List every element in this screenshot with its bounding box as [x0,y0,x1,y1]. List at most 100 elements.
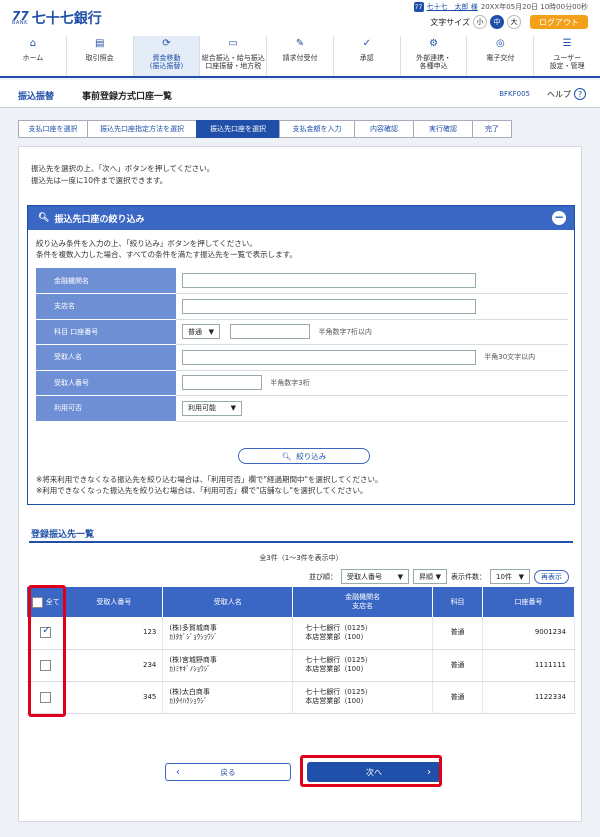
logout-button[interactable]: ログアウト [530,15,588,29]
checkbox-highlight-frame [28,585,66,717]
nav-item-external[interactable]: ⚙ 外部連携・ 各種申込 [401,36,468,76]
dropdown-icon: ▼ [230,404,236,413]
bank-branch-cell: 七十七銀行（0125） 本店営業部（100） [292,617,434,650]
nav-item-home[interactable]: ⌂ ホーム [0,36,67,76]
availability-select[interactable]: 利用可能 ▼ [182,400,242,416]
nav-label: 電子交付 [486,54,515,62]
step-1: 支払口座を選択 [18,120,88,138]
intro-line-1: 振込先を選択の上、「次へ」ボタンを押してください。 [31,164,215,173]
text-size-small-button[interactable]: 小 [473,15,487,29]
nav-item-request[interactable]: ✎ 請求付受付 [267,36,334,76]
branch-name: 本店営業部（100） [305,697,368,705]
bank-name: 七十七銀行 [31,11,102,27]
display-count-select[interactable]: 10件 ▼ [490,569,530,584]
nav-label: 承認 [359,54,374,62]
payee-no-label: 受取人番号 [36,370,176,396]
sort-key-select[interactable]: 受取人番号 ▼ [341,569,409,584]
nav-item-etrade[interactable]: ◎ 電子交付 [467,36,535,76]
subject-cell: 普通 [432,681,484,714]
payee-no-cell: 234 [64,649,164,682]
step-4: 支払金額を入力 [279,120,355,138]
nav-item-user-settings[interactable]: ☰ ユーザー 設定・管理 [534,36,600,76]
account-number-input[interactable] [230,324,311,340]
approval-icon: ✓ [362,38,371,49]
bank-branch-cell: 七十七銀行（0125） 本店営業部（100） [292,649,434,682]
help-icon: ? [574,88,586,100]
nav-item-inquiry[interactable]: ▤ 取引照会 [67,36,134,76]
nav-label: 資金移動 (振込振替) [149,54,184,70]
payee-name: (株)太白商事 [169,688,210,696]
sort-order-value: 昇順 [419,572,433,581]
filter-button[interactable]: 🔍︎ 絞り込み [238,448,370,464]
home-icon: ⌂ [29,38,37,49]
note-1: ※将来利用できなくなる振込先を絞り込む場合は、「利用可否」欄で"経過期間中"を選… [36,475,383,484]
list-title: 登録振込先一覧 [31,530,95,540]
etrade-icon: ◎ [495,38,505,49]
nav-item-transfer[interactable]: ⟳ 資金移動 (振込振替) [133,36,201,76]
header: 77 BANK 七十七銀行 77 七十七 太郎 様 20XX年05月20日 10… [0,0,600,36]
transfer-icon: ⟳ [162,38,171,49]
note-2: ※利用できなくなった振込先を絞り込む場合は、「利用可否」欄で"店舗なし"を選択し… [36,486,368,495]
bank-branch-cell: 七十七銀行（0125） 本店営業部（100） [292,681,434,714]
dropdown-icon: ▼ [435,572,441,581]
user-name[interactable]: 七十七 太郎 様 [427,2,478,12]
back-button[interactable]: ‹ 戻る [165,763,291,781]
table-row[interactable]: 123 (株)多賀城商事ｶ)ﾀｶﾞｼﾞｮｳｼｮｳｼﾞ 七十七銀行（0125）本店… [27,617,575,650]
bank-name-input[interactable] [182,273,476,288]
nav-item-approval[interactable]: ✓ 承認 [334,36,401,76]
payee-kana: ｶ)ﾀｲﾊｸｼｮｳｼﾞ [169,697,208,705]
intro-text: 振込先を選択の上、「次へ」ボタンを押してください。 振込先は一度に10件まで選択… [31,163,214,187]
payee-name-cell: (株)多賀城商事 ｶ)ﾀｶﾞｼﾞｮｳｼｮｳｼﾞ [162,617,294,650]
search-icon: 🔍︎ [281,451,292,461]
payee-no-cell: 123 [64,617,164,650]
main-panel: 振込先を選択の上、「次へ」ボタンを押してください。 振込先は一度に10件まで選択… [18,146,582,822]
nav-label: 外部連携・ 各種申込 [416,54,452,70]
filter-desc-1: 絞り込み条件を入力の上、「絞り込み」ボタンを押してください。 [36,239,257,248]
payee-kana: ｶ)ﾐﾔｷﾞﾉｼｮｳｼﾞ [169,665,211,673]
bank-logo[interactable]: 77 BANK 七十七銀行 [12,8,102,28]
payee-name-input[interactable] [182,349,476,365]
redisplay-button[interactable]: 再表示 [534,569,569,584]
collapse-icon[interactable]: − [552,211,566,225]
nav-label: 取引照会 [85,54,114,62]
account-no-cell: 1122334 [482,681,575,714]
table-row[interactable]: 345 (株)太白商事 ｶ)ﾀｲﾊｸｼｮｳｼﾞ 七十七銀行（0125） 本店営業部（… [27,681,575,714]
text-size-medium-button[interactable]: 中 [490,15,504,29]
bank-name: 七十七銀行（0125） [305,656,373,664]
account-type-value: 普通 [188,327,202,336]
text-size-large-button[interactable]: 大 [507,15,521,29]
bank-header-line-2: 支店名 [352,602,374,610]
account-no-cell: 1111111 [482,649,575,682]
inquiry-icon: ▤ [94,38,105,49]
payee-number-input[interactable] [182,375,262,391]
nav-label: 請求付受付 [282,54,318,62]
nav-label: 総合振込・給与振込 口座振替・地方税 [201,54,265,70]
payee-table: 全て 受取人番号 受取人名 金融機関名支店名 科目 口座番号 123 (株)多賀… [27,587,575,714]
sort-order-select[interactable]: 昇順 ▼ [413,569,447,584]
breadcrumb: 振込振替 [18,92,55,102]
account-type-select[interactable]: 普通 ▼ [182,324,220,340]
payee-name: (株)宮城野商事 [169,656,217,664]
user-info: 77 七十七 太郎 様 20XX年05月20日 10時00分00秒 [413,2,588,12]
subject-cell: 普通 [432,649,484,682]
payee-no-header: 受取人番号 [64,587,164,617]
help-link[interactable]: ヘルプ ? [547,88,586,100]
search-icon: 🔍︎ [38,213,50,223]
payee-name-cell: (株)太白商事 ｶ)ﾀｲﾊｸｼｮｳｼﾞ [162,681,294,714]
table-row[interactable]: 234 (株)宮城野商事 ｶ)ﾐﾔｷﾞﾉｼｮｳｼﾞ 七十七銀行（0125） 本店営業… [27,649,575,682]
nav-label: ユーザー 設定・管理 [549,54,585,70]
payee-no-hint: 半角数字3桁 [270,378,310,387]
filter-header[interactable]: 🔍︎ 振込先口座の絞り込み − [28,206,574,230]
branch-name: 本店営業部（100） [305,632,368,641]
back-button-label: 戻る [220,767,236,777]
payroll-icon: ▭ [228,38,238,49]
payee-name-cell: (株)宮城野商事 ｶ)ﾐﾔｷﾞﾉｼｮｳｼﾞ [162,649,294,682]
branch-name-input[interactable] [182,298,476,314]
nav-item-payroll[interactable]: ▭ 総合振込・給与振込 口座振替・地方税 [200,36,268,76]
filter-desc-2: 条件を複数入力した場合、すべての条件を満たす振込先を一覧で表示します。 [36,250,297,259]
chevron-left-icon: ‹ [176,766,180,778]
filter-form: 金融機関名 支店名 科目 口座番号 普通 ▼ 半角数字7桁以内 受取人名 半角3… [36,268,568,422]
bank-label: 金融機関名 [36,268,176,294]
screen-id: BFKF005 [499,90,530,98]
payee-label: 受取人名 [36,344,176,371]
